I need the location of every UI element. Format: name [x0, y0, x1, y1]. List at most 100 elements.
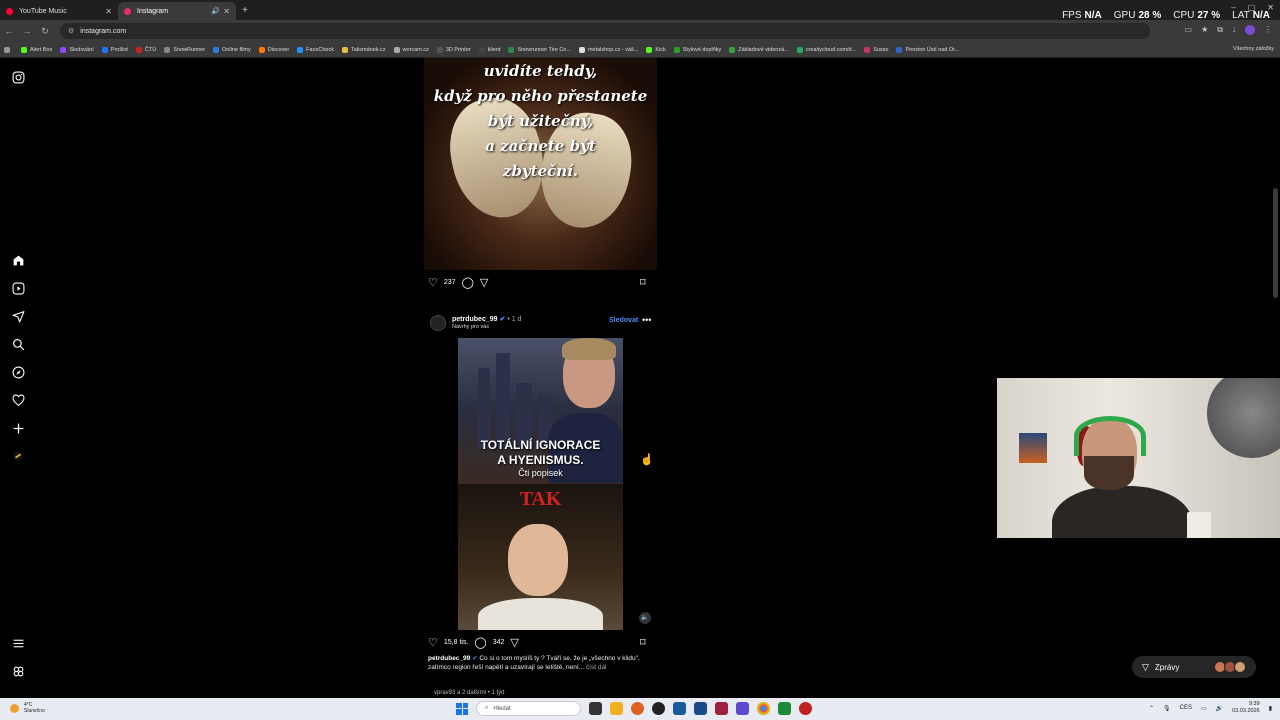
bookmark-item[interactable]: worcam.cz [393, 46, 429, 53]
save-bookmark-icon[interactable]: ⌑ [640, 636, 646, 649]
bookmark-item[interactable]: klient [478, 46, 500, 53]
extensions-icon[interactable]: ⧉ [1217, 25, 1223, 35]
mute-toggle-icon[interactable]: 🔈 [639, 612, 651, 624]
bookmark-item[interactable]: SnowRunner [164, 46, 205, 53]
instagram-sidebar [0, 58, 36, 698]
bookmark-item[interactable]: Snowrunner Tire Co... [508, 46, 571, 53]
bookmark-item[interactable]: metalshop.cz - váš... [578, 46, 638, 53]
post-image-theater-masks[interactable]: uvidíte tehdy, když pro něho přestanete … [424, 58, 657, 270]
forward-icon[interactable]: → [18, 26, 36, 36]
instagram-page: uvidíte tehdy, když pro něho přestanete … [0, 58, 1280, 698]
app-icon[interactable] [694, 702, 707, 715]
caption-username[interactable]: petrdubec_99 [428, 655, 470, 662]
url-field[interactable]: ⚙ instagram.com [60, 23, 1150, 39]
speaker-icon[interactable]: 🔊 [211, 7, 220, 15]
explore-compass-icon[interactable] [11, 366, 25, 380]
bookmark-item[interactable]: Talismánek.cz [342, 46, 386, 53]
cast-icon[interactable]: ▭ [1185, 25, 1193, 35]
firefox-icon[interactable] [631, 702, 644, 715]
clock[interactable]: 9:39 03.03.2026 [1232, 701, 1260, 715]
bookmark-item[interactable]: Penzion Ústí nad Or... [896, 46, 960, 53]
app-icon[interactable] [715, 702, 728, 715]
post-video[interactable]: TOTÁLNÍ IGNORACE A HYENISMUS. Čti popise… [424, 338, 657, 630]
tab-youtube-music[interactable]: YouTube Music ✕ [0, 2, 118, 20]
messages-button[interactable]: ▽ Zprávy [1132, 656, 1256, 678]
bookmark-item[interactable]: Online filmy [213, 46, 251, 53]
obs-icon[interactable] [652, 702, 665, 715]
like-count[interactable]: 15,8 tis. [444, 639, 469, 646]
page-scrollbar[interactable] [1273, 188, 1278, 298]
app-icon[interactable] [778, 702, 791, 715]
new-tab-icon[interactable]: + [242, 5, 248, 16]
windows-start-icon[interactable] [456, 702, 468, 715]
fan-image [1207, 378, 1280, 458]
bookmark-item[interactable]: 3D Printer [436, 46, 471, 53]
task-view-icon[interactable] [589, 702, 602, 715]
taskbar-search[interactable]: ⌕ Hledat [476, 701, 581, 716]
network-icon[interactable]: ▭ [1201, 705, 1207, 712]
bookmark-item[interactable]: creaitycloud.com/d... [796, 46, 856, 53]
download-icon[interactable]: ↓ [1232, 25, 1236, 35]
reels-icon[interactable] [11, 282, 25, 296]
like-heart-icon[interactable]: ♡ [428, 636, 438, 649]
share-icon[interactable]: ▽ [510, 636, 518, 649]
bookmark-star-icon[interactable]: ★ [1201, 25, 1208, 35]
weather-widget[interactable]: 4°C Slunečno [10, 702, 45, 714]
comment-icon[interactable]: ◯ [474, 636, 486, 649]
reload-icon[interactable]: ↻ [36, 26, 54, 37]
apps-icon[interactable] [4, 46, 13, 53]
search-icon[interactable] [11, 338, 25, 352]
volume-icon[interactable]: 🔊 [1216, 705, 1223, 712]
more-options-icon[interactable]: ••• [642, 315, 651, 325]
bookmark-favicon-icon [164, 46, 171, 53]
webcam-overlay [997, 378, 1280, 538]
close-tab-icon[interactable]: ✕ [105, 7, 112, 16]
read-more-link[interactable]: číst dál [586, 664, 607, 671]
profile-avatar[interactable] [1245, 25, 1255, 35]
menu-dots-icon[interactable]: ⋮ [1264, 25, 1272, 35]
language-indicator[interactable]: CES [1180, 705, 1192, 711]
bookmark-item[interactable]: Discover [258, 46, 289, 53]
notifications-icon[interactable]: ▮ [1269, 705, 1272, 712]
bookmark-item[interactable]: Kick [646, 46, 666, 53]
close-tab-icon[interactable]: ✕ [223, 7, 230, 16]
site-info-icon[interactable]: ⚙ [68, 27, 74, 35]
avatar[interactable] [430, 315, 446, 331]
notifications-heart-icon[interactable] [11, 394, 25, 408]
bookmark-item[interactable]: Základové videozá... [729, 46, 789, 53]
back-icon[interactable]: ← [0, 26, 18, 36]
more-menu-icon[interactable] [11, 637, 25, 651]
search-placeholder: Hledat [493, 705, 511, 712]
follow-button[interactable]: Sledovat [609, 317, 638, 324]
tray-overflow-icon[interactable]: ⌃ [1149, 705, 1154, 712]
send-icon[interactable] [11, 310, 25, 324]
bookmark-item[interactable]: Prošlot [101, 46, 128, 53]
app-icon[interactable] [673, 702, 686, 715]
home-icon[interactable] [11, 254, 25, 268]
comment-count[interactable]: 342 [493, 639, 505, 646]
app-icon[interactable] [799, 702, 812, 715]
like-count[interactable]: 237 [444, 279, 456, 286]
bookmark-item[interactable]: Susso [864, 46, 888, 53]
like-heart-icon[interactable]: ♡ [428, 276, 438, 289]
tab-instagram[interactable]: Instagram 🔊 ✕ [118, 2, 236, 20]
share-icon[interactable]: ▽ [480, 276, 488, 289]
bookmark-item[interactable]: Sledování [60, 46, 94, 53]
threads-meta-icon[interactable] [11, 665, 25, 679]
chrome-icon[interactable] [757, 702, 770, 715]
save-bookmark-icon[interactable]: ⌑ [640, 276, 646, 289]
microphone-icon[interactable]: 🎙 [1163, 705, 1171, 712]
comment-icon[interactable]: ◯ [462, 276, 474, 289]
post-username[interactable]: petrdubec_99 ✔ • 1 d [452, 315, 521, 323]
profile-avatar-icon[interactable] [11, 450, 25, 464]
all-bookmarks-folder[interactable]: Všechny záložky [1233, 46, 1274, 52]
bookmark-item[interactable]: ČTÚ [135, 46, 156, 53]
bookmark-label: Penzion Ústí nad Or... [905, 46, 960, 53]
bookmark-item[interactable]: Alert Box [21, 46, 52, 53]
file-explorer-icon[interactable] [610, 702, 623, 715]
bookmark-item[interactable]: Stylové doplňky [673, 46, 721, 53]
teams-icon[interactable] [736, 702, 749, 715]
create-plus-icon[interactable] [11, 422, 25, 436]
instagram-logo-icon[interactable] [11, 71, 25, 85]
bookmark-item[interactable]: FaceCheck [297, 46, 334, 53]
